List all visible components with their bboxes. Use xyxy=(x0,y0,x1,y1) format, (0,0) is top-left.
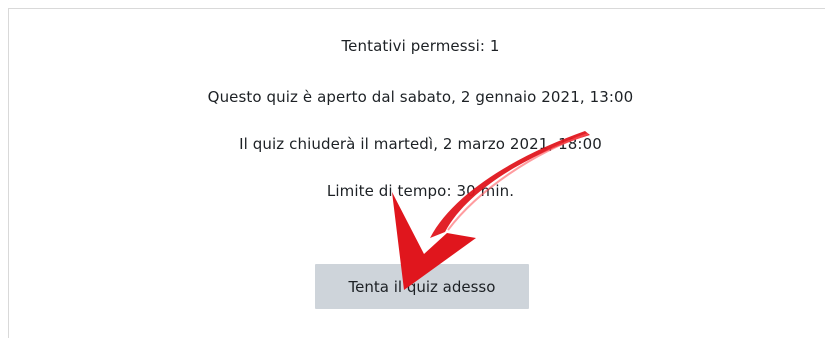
attempts-allowed-text: Tentativi permessi: 1 xyxy=(341,37,500,55)
time-limit-text: Limite di tempo: 30 min. xyxy=(326,182,515,200)
quiz-close-date-text: Il quiz chiuderà il martedì, 2 marzo 202… xyxy=(239,135,602,153)
attempt-quiz-button[interactable]: Tenta il quiz adesso xyxy=(315,264,529,309)
quiz-open-date-text: Questo quiz è aperto dal sabato, 2 genna… xyxy=(207,88,634,106)
quiz-page: Tentativi permessi: 1 Questo quiz è aper… xyxy=(0,0,825,338)
